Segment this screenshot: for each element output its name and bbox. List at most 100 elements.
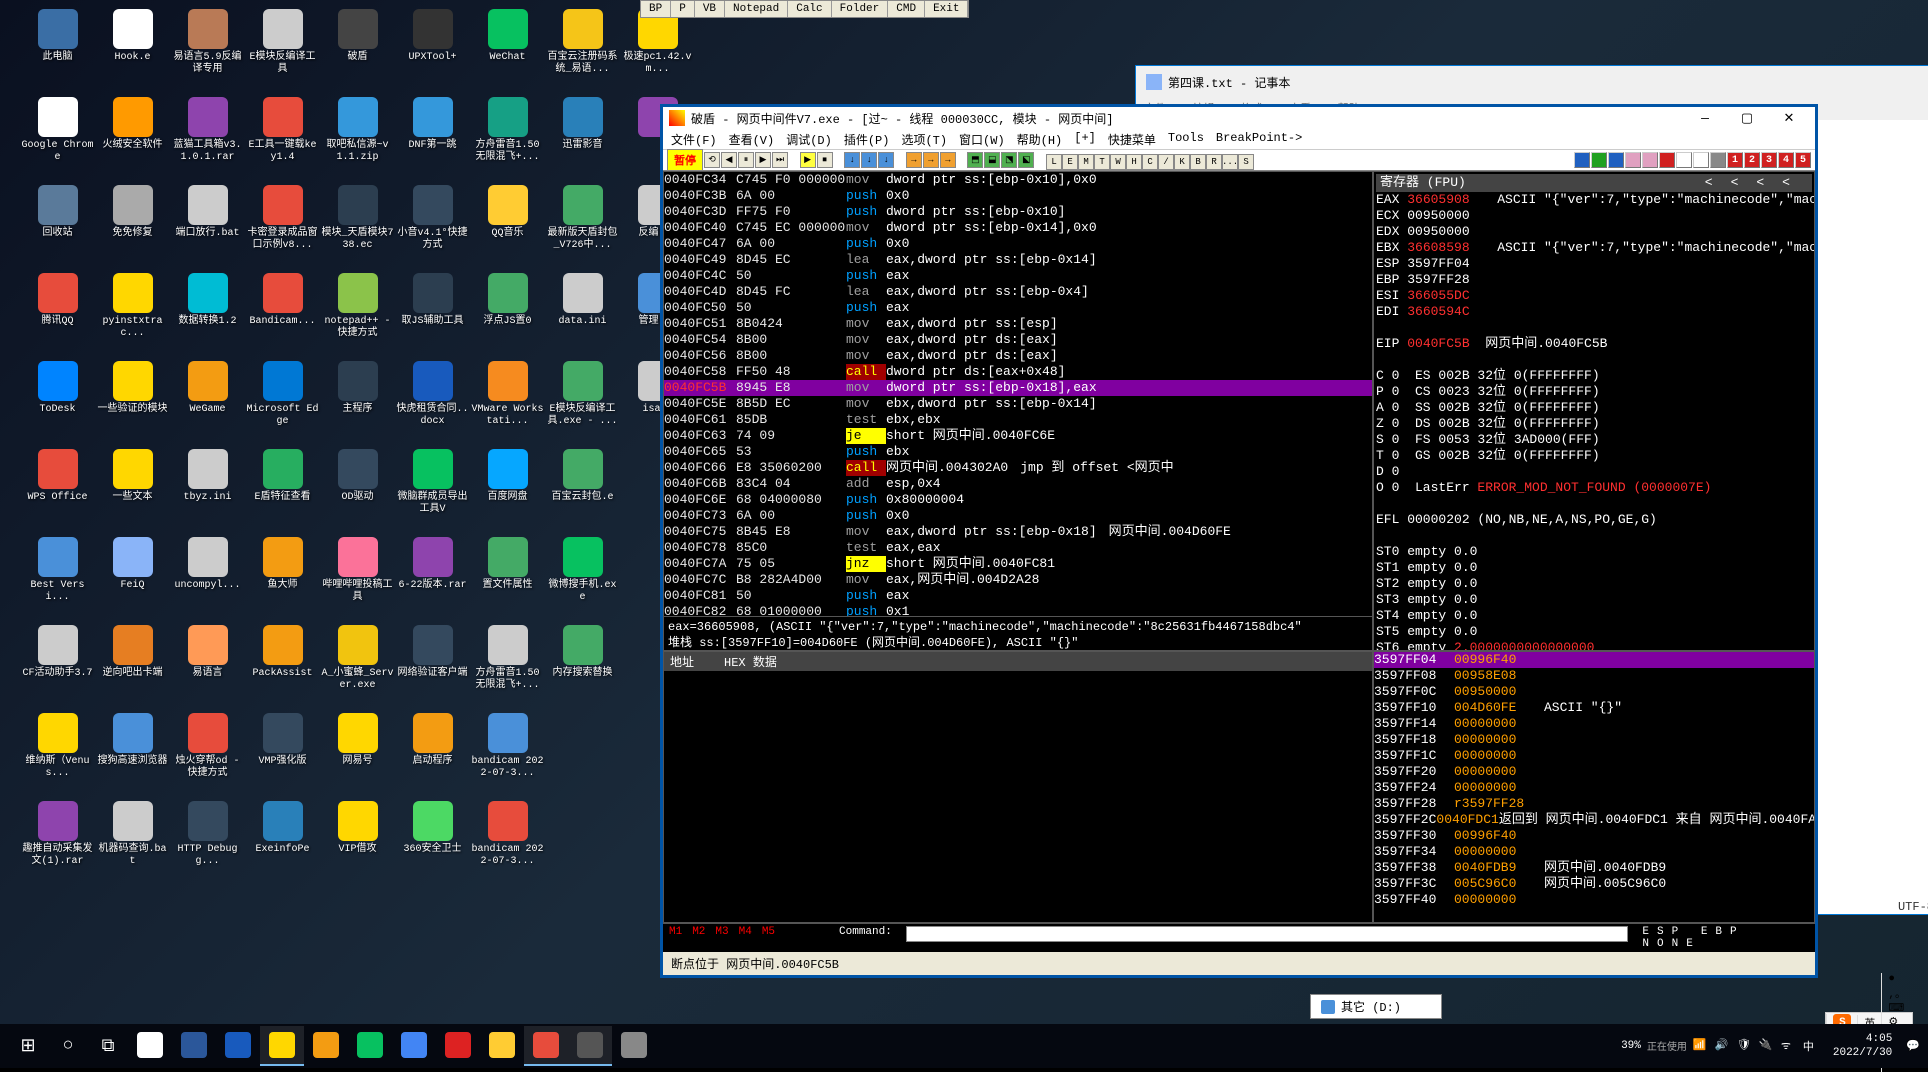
desktop-icon[interactable]: 内存搜索替换 — [545, 621, 620, 709]
toolbtn-bp[interactable]: BP — [641, 1, 671, 17]
menu-item[interactable]: 调试(D) — [782, 131, 836, 147]
disasm-line[interactable]: 0040FC6B 83C4 04 add esp,0x4 — [664, 476, 1372, 492]
desktop-icon[interactable]: 启动程序 — [395, 709, 470, 797]
desktop-icon[interactable]: 卡密登录成品窗口示例v8... — [245, 181, 320, 269]
shortcut-S[interactable]: S — [1238, 154, 1254, 170]
toolbtn-calc[interactable]: Calc — [788, 1, 831, 17]
reg-EBX[interactable]: EBX 36608598 ASCII "{"ver":7,"type":"mac… — [1376, 240, 1812, 256]
stack-line[interactable]: 3597FF40 00000000 — [1374, 892, 1814, 908]
stack-line[interactable]: 3597FF28 r3597FF28 — [1374, 796, 1814, 812]
toolbtn[interactable]: ⏹ — [817, 152, 833, 168]
reg-EAX[interactable]: EAX 36605908 ASCII "{"ver":7,"type":"mac… — [1376, 192, 1812, 208]
stack-line[interactable]: 3597FF10 004D60FE ASCII "{}" — [1374, 700, 1814, 716]
desktop-icon[interactable]: CF活动助手3.7 — [20, 621, 95, 709]
disasm-line[interactable]: 0040FC75 8B45 E8 mov eax,dword ptr ss:[e… — [664, 524, 1372, 540]
volume-icon[interactable]: 🔊 — [1715, 1038, 1731, 1054]
desktop-icon[interactable]: Microsoft Edge — [245, 357, 320, 445]
shortcut-W[interactable]: W — [1110, 154, 1126, 170]
desktop-icon[interactable]: 小音v4.1°快捷方式 — [395, 181, 470, 269]
desktop-icon[interactable]: 易语言 — [170, 621, 245, 709]
color-shortcut[interactable] — [1608, 152, 1624, 168]
desktop-icon[interactable]: Google Chrome — [20, 93, 95, 181]
mem-tab-M2[interactable]: M2 — [692, 926, 705, 938]
taskbar-app[interactable] — [348, 1026, 392, 1066]
desktop-icon[interactable]: 此电脑 — [20, 5, 95, 93]
desktop-icon[interactable]: 趣推自动采集发文(1).rar — [20, 797, 95, 885]
menu-item[interactable]: 查看(V) — [725, 131, 779, 147]
explorer-drive-tab[interactable]: 其它 (D:) — [1310, 994, 1442, 1019]
taskbar-app[interactable] — [172, 1026, 216, 1066]
stack-line[interactable]: 3597FF3C 005C96C0 网页中间.005C96C0 — [1374, 876, 1814, 892]
menu-item[interactable]: [+] — [1070, 131, 1100, 147]
shortcut-...[interactable]: ... — [1222, 154, 1238, 170]
color-shortcut[interactable] — [1574, 152, 1590, 168]
color-shortcut[interactable] — [1642, 152, 1658, 168]
desktop-icon[interactable]: 免免修复 — [95, 181, 170, 269]
disasm-line[interactable]: 0040FC56 8B00 mov eax,dword ptr ds:[eax] — [664, 348, 1372, 364]
cpu-disasm-pane[interactable]: 0040FC34 C745 F0 000000mov dword ptr ss:… — [663, 171, 1373, 651]
desktop-icon[interactable]: 6-22版本.rar — [395, 533, 470, 621]
desktop-icon[interactable]: HTTP Debugg... — [170, 797, 245, 885]
desktop-icon[interactable]: 最新版天盾封包_V726中... — [545, 181, 620, 269]
reg-ECX[interactable]: ECX 00950000 — [1376, 208, 1812, 224]
color-shortcut[interactable] — [1625, 152, 1641, 168]
menu-item[interactable]: 文件(F) — [667, 131, 721, 147]
menu-item[interactable]: BreakPoint-> — [1212, 131, 1306, 147]
color-shortcut[interactable] — [1659, 152, 1675, 168]
stack-line[interactable]: 3597FF24 00000000 — [1374, 780, 1814, 796]
shortcut-T[interactable]: T — [1094, 154, 1110, 170]
color-shortcut[interactable] — [1693, 152, 1709, 168]
desktop-icon[interactable]: 蓝猫工具箱v3.1.0.1.rar — [170, 93, 245, 181]
desktop-icon[interactable]: 逆向吧出卡端 — [95, 621, 170, 709]
desktop-icon[interactable]: Hook.e — [95, 5, 170, 93]
desktop-icon[interactable]: 取JS辅助工具 — [395, 269, 470, 357]
toolbtn[interactable]: ◀ — [721, 152, 737, 168]
pause-button[interactable]: 暂停 — [667, 149, 703, 171]
desktop-icon[interactable]: 搜狗高速浏览器 — [95, 709, 170, 797]
desktop-icon[interactable]: VMware Workstati... — [470, 357, 545, 445]
desktop-icon[interactable]: 百度网盘 — [470, 445, 545, 533]
disasm-line[interactable]: 0040FC5B 8945 E8 mov dword ptr ss:[ebp-0… — [664, 380, 1372, 396]
disasm-line[interactable]: 0040FC78 85C0 test eax,eax — [664, 540, 1372, 556]
desktop-icon[interactable] — [545, 709, 620, 797]
desktop-icon[interactable]: E模块反编译工具.exe - ... — [545, 357, 620, 445]
menu-item[interactable]: 快捷菜单 — [1104, 131, 1160, 147]
taskbar-app[interactable] — [524, 1026, 568, 1066]
shortcut-H[interactable]: H — [1126, 154, 1142, 170]
desktop-icon[interactable]: E工具一键载key1.4 — [245, 93, 320, 181]
desktop-icon[interactable]: VMP强化版 — [245, 709, 320, 797]
stack-pane[interactable]: 3597FF04 00996F403597FF08 00958E083597FF… — [1373, 651, 1815, 923]
lang-icon[interactable]: 中 — [1803, 1038, 1819, 1054]
taskbar-app[interactable] — [304, 1026, 348, 1066]
disasm-line[interactable]: 0040FC3B 6A 00 push 0x0 — [664, 188, 1372, 204]
desktop-icon[interactable]: 浮点JS置0 — [470, 269, 545, 357]
desktop-icon[interactable]: 百宝云注册码系统_易语... — [545, 5, 620, 93]
desktop-icon[interactable]: 维纳斯（Venus... — [20, 709, 95, 797]
toolbtn[interactable]: → — [906, 152, 922, 168]
mem-tab-M1[interactable]: M1 — [669, 926, 682, 938]
desktop-icon[interactable]: UPXTool+ — [395, 5, 470, 93]
desktop-icon[interactable]: bandicam 2022-07-3... — [470, 709, 545, 797]
desktop-icon[interactable]: DNF第一跳 — [395, 93, 470, 181]
desktop-icon[interactable]: 回收站 — [20, 181, 95, 269]
num-shortcut-1[interactable]: 1 — [1727, 152, 1743, 168]
toolbtn[interactable]: ⬔ — [1001, 152, 1017, 168]
taskbar-app[interactable] — [392, 1026, 436, 1066]
desktop-icon[interactable]: 百宝云封包.e — [545, 445, 620, 533]
desktop-icon[interactable]: 方舟雷音1.50无限混飞+... — [470, 93, 545, 181]
taskbar-app[interactable] — [612, 1026, 656, 1066]
stack-line[interactable]: 3597FF04 00996F40 — [1374, 652, 1814, 668]
desktop-icon[interactable]: 网络验证客户端 — [395, 621, 470, 709]
reg-ESP[interactable]: ESP 3597FF04 — [1376, 256, 1812, 272]
desktop-icon[interactable]: VIP借攻 — [320, 797, 395, 885]
stack-line[interactable]: 3597FF20 00000000 — [1374, 764, 1814, 780]
desktop-icon[interactable]: 快虎租赁合同..docx — [395, 357, 470, 445]
toolbtn[interactable]: ⬒ — [967, 152, 983, 168]
shortcut-C[interactable]: C — [1142, 154, 1158, 170]
stack-line[interactable]: 3597FF30 00996F40 — [1374, 828, 1814, 844]
toolbtn[interactable]: ▶ — [755, 152, 771, 168]
desktop-icon[interactable]: 机器码查询.bat — [95, 797, 170, 885]
stack-line[interactable]: 3597FF1C 00000000 — [1374, 748, 1814, 764]
desktop-icon[interactable]: 取吧私信源~v1.1.zip — [320, 93, 395, 181]
desktop-icon[interactable]: 易语言5.9反编译专用 — [170, 5, 245, 93]
